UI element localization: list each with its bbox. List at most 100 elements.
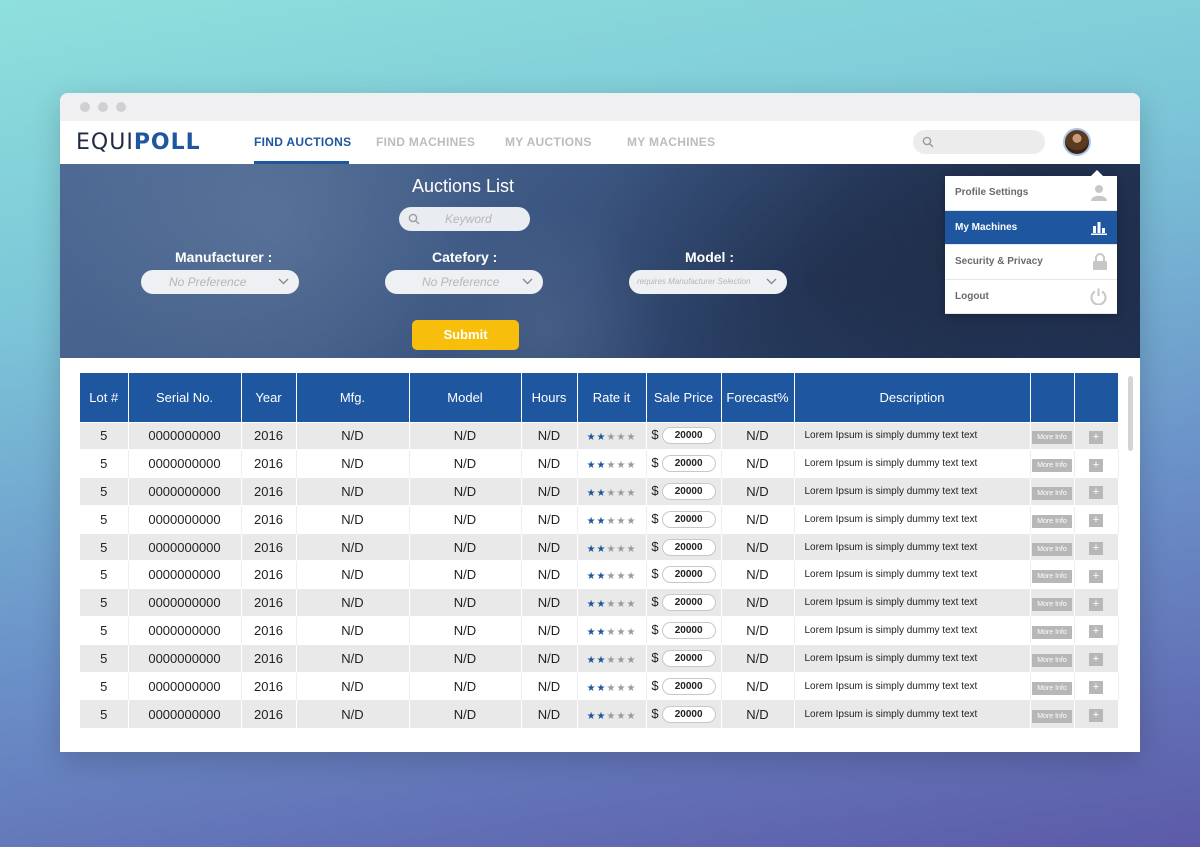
- star-icon[interactable]: ★: [607, 683, 617, 694]
- star-icon[interactable]: ★: [587, 655, 597, 666]
- price-value[interactable]: 20000: [661, 566, 716, 584]
- table-scrollbar[interactable]: [1128, 376, 1133, 451]
- window-dot-icon[interactable]: [98, 102, 108, 112]
- star-icon[interactable]: ★: [616, 516, 626, 527]
- plus-button[interactable]: +: [1089, 486, 1103, 500]
- table-row[interactable]: 5 0000000000 2016 N/D N/D N/D ★★★★★ $20000 N/D Lo…: [80, 671, 1119, 700]
- table-row[interactable]: 5 0000000000 2016 N/D N/D N/D ★★★★★ $20000 N/D Lo…: [80, 504, 1119, 534]
- star-rating[interactable]: ★★★★★: [587, 488, 637, 499]
- keyword-input[interactable]: Keyword: [399, 207, 530, 231]
- star-icon[interactable]: ★: [607, 432, 617, 443]
- star-icon[interactable]: ★: [616, 432, 626, 443]
- star-icon[interactable]: ★: [607, 655, 617, 666]
- star-icon[interactable]: ★: [597, 432, 607, 443]
- table-row[interactable]: 5 0000000000 2016 N/D N/D N/D ★★★★★ $20000 N/D Lo…: [80, 699, 1119, 728]
- more-info-button[interactable]: More Info: [1032, 459, 1072, 473]
- star-icon[interactable]: ★: [597, 544, 607, 555]
- star-rating[interactable]: ★★★★★: [587, 432, 637, 443]
- price-value[interactable]: 20000: [661, 455, 716, 473]
- table-row[interactable]: 5 0000000000 2016 N/D N/D N/D ★★★★★ $20000 N/D Lo…: [80, 643, 1119, 673]
- star-icon[interactable]: ★: [597, 460, 607, 471]
- column-header[interactable]: Model: [409, 373, 522, 422]
- model-select[interactable]: requires Manufacturer Selection: [629, 270, 787, 294]
- plus-button[interactable]: +: [1089, 458, 1103, 472]
- plus-button[interactable]: +: [1089, 514, 1103, 528]
- submit-button[interactable]: Submit: [412, 320, 519, 350]
- star-icon[interactable]: ★: [607, 599, 617, 610]
- star-icon[interactable]: ★: [626, 516, 636, 527]
- plus-button[interactable]: +: [1089, 542, 1103, 556]
- more-info-button[interactable]: More Info: [1032, 514, 1072, 528]
- plus-button[interactable]: +: [1089, 681, 1103, 695]
- star-icon[interactable]: ★: [616, 655, 626, 666]
- menu-item-my-machines[interactable]: My Machines: [945, 210, 1117, 245]
- star-icon[interactable]: ★: [597, 683, 607, 694]
- plus-button[interactable]: +: [1089, 625, 1103, 639]
- star-icon[interactable]: ★: [587, 544, 597, 555]
- tab-my-auctions[interactable]: MY AUCTIONS: [505, 135, 592, 149]
- star-icon[interactable]: ★: [587, 683, 597, 694]
- star-rating[interactable]: ★★★★★: [587, 683, 637, 694]
- plus-button[interactable]: +: [1089, 597, 1103, 611]
- table-row[interactable]: 5 0000000000 2016 N/D N/D N/D ★★★★★ $20000 N/D Lo…: [80, 421, 1119, 450]
- star-rating[interactable]: ★★★★★: [587, 571, 637, 582]
- column-header[interactable]: Description: [794, 373, 1031, 422]
- more-info-button[interactable]: More Info: [1032, 625, 1072, 639]
- plus-button[interactable]: +: [1089, 653, 1103, 667]
- price-value[interactable]: 20000: [661, 677, 716, 695]
- star-icon[interactable]: ★: [597, 488, 607, 499]
- star-icon[interactable]: ★: [616, 683, 626, 694]
- column-header[interactable]: Forecast%: [721, 373, 795, 422]
- category-select[interactable]: No Preference: [385, 270, 543, 294]
- star-icon[interactable]: ★: [626, 571, 636, 582]
- more-info-button[interactable]: More Info: [1032, 431, 1072, 445]
- tab-my-machines[interactable]: MY MACHINES: [627, 135, 715, 149]
- star-icon[interactable]: ★: [607, 544, 617, 555]
- table-row[interactable]: 5 0000000000 2016 N/D N/D N/D ★★★★★ $20000 N/D Lo…: [80, 588, 1119, 617]
- star-icon[interactable]: ★: [626, 432, 636, 443]
- table-row[interactable]: 5 0000000000 2016 N/D N/D N/D ★★★★★ $20000 N/D Lo…: [80, 560, 1119, 589]
- menu-item-security-privacy[interactable]: Security & Privacy: [945, 245, 1117, 280]
- price-value[interactable]: 20000: [661, 705, 716, 723]
- search-input[interactable]: [913, 130, 1045, 154]
- column-header[interactable]: Hours: [521, 373, 578, 422]
- more-info-button[interactable]: More Info: [1032, 709, 1072, 723]
- star-icon[interactable]: ★: [626, 627, 636, 638]
- star-icon[interactable]: ★: [607, 516, 617, 527]
- price-value[interactable]: 20000: [661, 510, 716, 528]
- menu-item-profile-settings[interactable]: Profile Settings: [945, 176, 1117, 211]
- window-dot-icon[interactable]: [116, 102, 126, 112]
- star-icon[interactable]: ★: [626, 460, 636, 471]
- star-icon[interactable]: ★: [587, 516, 597, 527]
- manufacturer-select[interactable]: No Preference: [141, 270, 299, 294]
- more-info-button[interactable]: More Info: [1032, 681, 1072, 695]
- plus-button[interactable]: +: [1089, 709, 1103, 723]
- plus-button[interactable]: +: [1089, 430, 1103, 444]
- more-info-button[interactable]: More Info: [1032, 542, 1072, 556]
- table-row[interactable]: 5 0000000000 2016 N/D N/D N/D ★★★★★ $20000 N/D Lo…: [80, 616, 1119, 645]
- star-icon[interactable]: ★: [626, 599, 636, 610]
- more-info-button[interactable]: More Info: [1032, 570, 1072, 584]
- star-icon[interactable]: ★: [587, 711, 597, 722]
- plus-button[interactable]: +: [1089, 569, 1103, 583]
- star-rating[interactable]: ★★★★★: [587, 711, 637, 722]
- price-value[interactable]: 20000: [661, 483, 716, 501]
- price-value[interactable]: 20000: [661, 594, 716, 612]
- star-icon[interactable]: ★: [597, 599, 607, 610]
- column-header[interactable]: Sale Price: [646, 373, 722, 422]
- star-icon[interactable]: ★: [597, 711, 607, 722]
- star-icon[interactable]: ★: [597, 655, 607, 666]
- more-info-button[interactable]: More Info: [1032, 653, 1072, 667]
- more-info-button[interactable]: More Info: [1032, 598, 1072, 612]
- star-icon[interactable]: ★: [607, 571, 617, 582]
- price-value[interactable]: 20000: [661, 427, 716, 445]
- star-icon[interactable]: ★: [626, 544, 636, 555]
- star-icon[interactable]: ★: [587, 627, 597, 638]
- star-icon[interactable]: ★: [587, 571, 597, 582]
- star-icon[interactable]: ★: [616, 627, 626, 638]
- star-icon[interactable]: ★: [607, 460, 617, 471]
- avatar[interactable]: [1063, 128, 1091, 156]
- star-icon[interactable]: ★: [587, 488, 597, 499]
- star-icon[interactable]: ★: [626, 711, 636, 722]
- more-info-button[interactable]: More Info: [1032, 486, 1072, 500]
